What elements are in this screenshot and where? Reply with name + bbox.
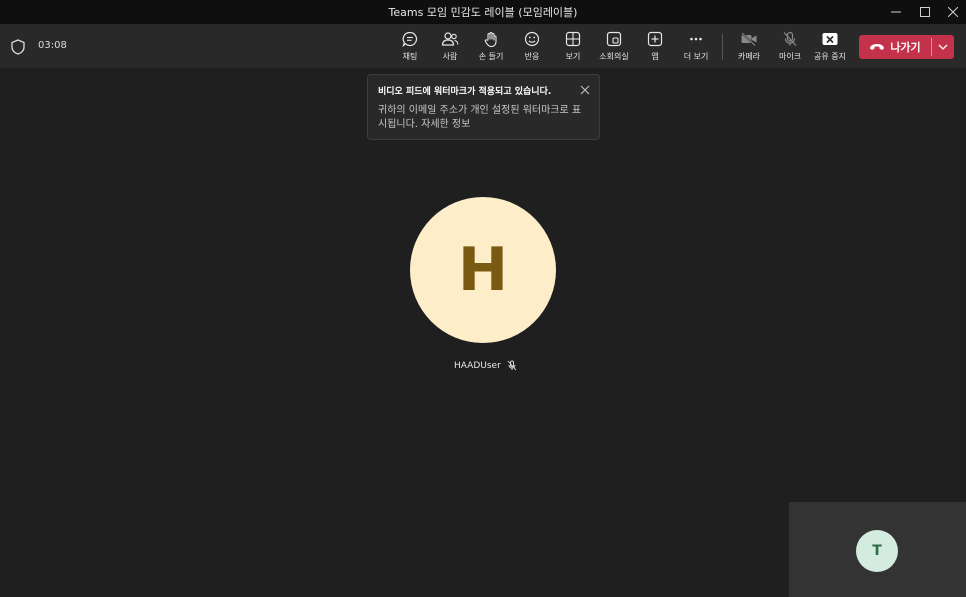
leave-options-button[interactable] (932, 35, 954, 59)
grid-icon (564, 30, 582, 48)
more-icon (687, 30, 705, 48)
minimize-button[interactable] (882, 0, 910, 24)
breakout-rooms-button[interactable]: 소회의실 (594, 30, 634, 64)
self-avatar: T (856, 530, 898, 572)
people-button[interactable]: 사람 (430, 30, 470, 64)
leave-button[interactable]: 나가기 (859, 35, 931, 59)
watermark-notification: 비디오 피드에 워터마크가 적용되고 있습니다. 귀하의 이메일 주소가 개인 … (367, 74, 600, 140)
reactions-button[interactable]: 반응 (512, 30, 552, 64)
notification-title: 비디오 피드에 워터마크가 적용되고 있습니다. (378, 87, 552, 97)
more-label: 더 보기 (683, 52, 709, 61)
participant-nameplate: HAADUser (454, 360, 517, 371)
camera-off-icon (740, 30, 758, 48)
shield-icon[interactable] (11, 39, 25, 55)
raise-hand-label: 손 들기 (478, 52, 504, 61)
raise-hand-button[interactable]: 손 들기 (471, 30, 511, 64)
view-button[interactable]: 보기 (553, 30, 593, 64)
more-button[interactable]: 더 보기 (676, 30, 716, 64)
chat-button[interactable]: 채팅 (390, 30, 430, 64)
camera-button[interactable]: 카메라 (729, 30, 769, 64)
people-icon (441, 30, 459, 48)
camera-label: 카메라 (737, 52, 761, 61)
window-title: Teams 모임 민감도 레이블 (모임레이블) (388, 6, 578, 19)
minimize-icon (891, 11, 901, 13)
people-label: 사람 (442, 52, 458, 61)
close-icon (948, 7, 958, 17)
breakout-rooms-label: 소회의실 (599, 52, 629, 61)
chat-icon (401, 30, 419, 48)
stop-share-icon (821, 30, 839, 48)
participant-name: HAADUser (454, 360, 501, 371)
stop-sharing-label: 공유 중지 (814, 52, 846, 61)
emoji-icon (523, 30, 541, 48)
leave-label: 나가기 (890, 41, 921, 54)
close-window-button[interactable] (939, 0, 966, 24)
avatar-initial: H (457, 235, 509, 305)
mic-off-icon (781, 30, 799, 48)
chevron-down-icon (938, 44, 948, 50)
chat-label: 채팅 (402, 52, 418, 61)
view-label: 보기 (565, 52, 581, 61)
meeting-timer: 03:08 (38, 40, 67, 51)
participant-avatar: H (410, 197, 556, 343)
breakout-icon (605, 30, 623, 48)
hand-icon (482, 30, 500, 48)
apps-label: 앱 (651, 52, 659, 61)
plus-icon (646, 30, 664, 48)
toolbar-divider (722, 34, 723, 60)
apps-button[interactable]: 앱 (635, 30, 675, 64)
hang-up-icon (870, 44, 885, 50)
notification-body: 귀하의 이메일 주소가 개인 설정된 워터마크로 표시됩니다. 자세한 정보 (378, 105, 582, 130)
maximize-button[interactable] (911, 0, 939, 24)
maximize-icon (920, 7, 930, 17)
mic-off-icon (507, 360, 517, 371)
self-avatar-initial: T (872, 543, 882, 559)
stop-sharing-button[interactable]: 공유 중지 (810, 30, 850, 64)
mic-button[interactable]: 마이크 (770, 30, 810, 64)
leave-button-group: 나가기 (859, 35, 954, 59)
reactions-label: 반응 (524, 52, 540, 61)
title-bar: Teams 모임 민감도 레이블 (모임레이블) (0, 0, 966, 24)
mic-label: 마이크 (778, 52, 802, 61)
close-icon[interactable] (579, 84, 591, 96)
